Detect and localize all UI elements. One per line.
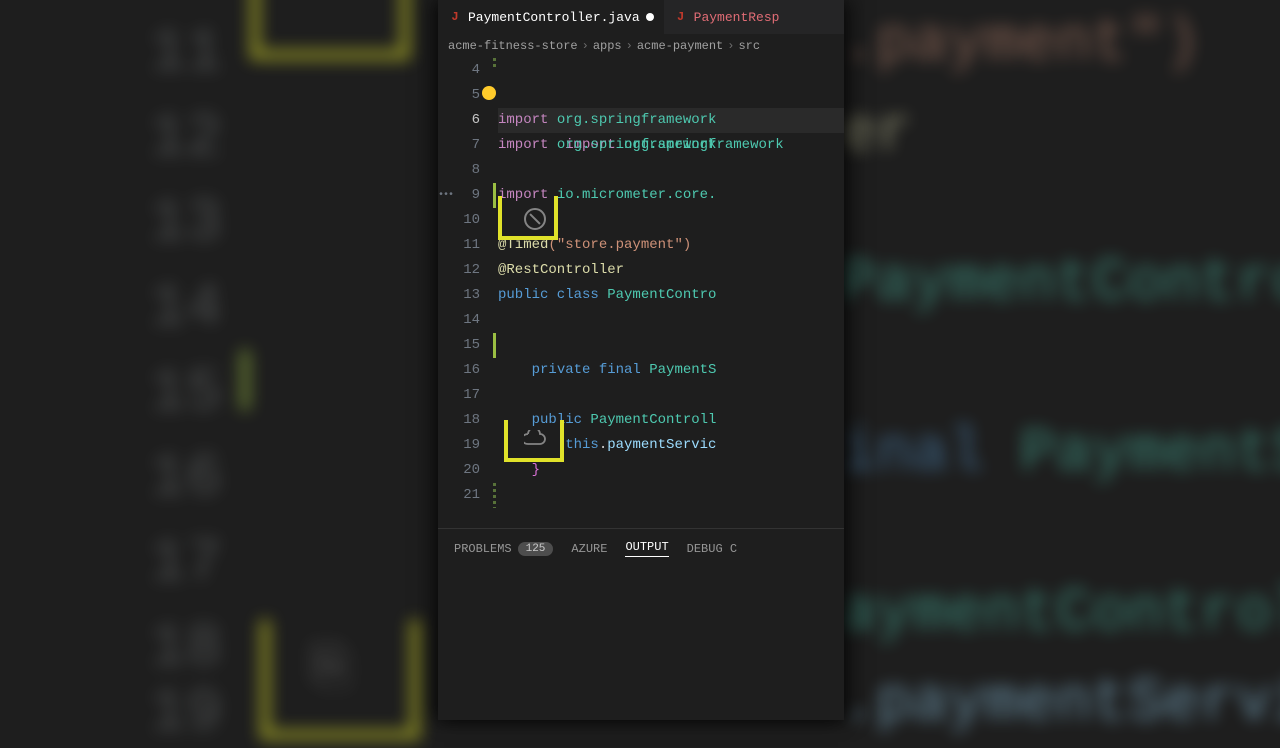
- chevron-right-icon: ›: [582, 39, 589, 53]
- editor-panel: J PaymentController.java J PaymentResp a…: [438, 0, 844, 720]
- code-line: [498, 58, 844, 83]
- crumb[interactable]: src: [738, 39, 760, 53]
- line-number: 8: [438, 158, 498, 183]
- code-line: import org.springframework: [498, 108, 844, 133]
- line-number: 4: [438, 58, 498, 83]
- line-number: 20: [438, 458, 498, 483]
- chevron-right-icon: ›: [626, 39, 633, 53]
- java-file-icon: J: [448, 10, 462, 24]
- code-line: [498, 158, 844, 183]
- line-number: 19: [438, 433, 498, 458]
- code-line: @RestController: [498, 258, 844, 283]
- line-number: 18: [438, 408, 498, 433]
- gutter-diff-mod: [493, 483, 496, 508]
- gutter-diff-mod: [493, 58, 496, 70]
- gutter-diff-added: [493, 183, 496, 208]
- line-number: 11: [438, 233, 498, 258]
- bg-lineno: 16: [150, 445, 222, 513]
- bg-lineno: 11: [150, 20, 222, 88]
- gutter-diff-added: [493, 333, 496, 358]
- line-number: 15: [438, 333, 498, 358]
- bg-code: PaymentContro: [840, 250, 1280, 318]
- bg-lineno: 14: [150, 275, 222, 343]
- code-line: [498, 483, 844, 508]
- line-number: 7: [438, 133, 498, 158]
- code-line: import org.springframework: [498, 133, 844, 158]
- chevron-right-icon: ›: [727, 39, 734, 53]
- bg-code: .payment"): [840, 10, 1200, 78]
- code-line: import org.springframework: [498, 83, 844, 108]
- line-number: 10: [438, 208, 498, 233]
- line-number: 16: [438, 358, 498, 383]
- bg-lineno: 17: [150, 530, 222, 598]
- lightbulb-icon[interactable]: [482, 86, 496, 100]
- line-number: 12: [438, 258, 498, 283]
- tab-label: PaymentController.java: [468, 10, 640, 25]
- tab-problems[interactable]: PROBLEMS 125: [454, 542, 553, 556]
- code-line: public class PaymentContro: [498, 283, 844, 308]
- tab-azure[interactable]: AZURE: [571, 542, 607, 556]
- code-line: [498, 383, 844, 408]
- copy-cursor-icon: [524, 430, 548, 448]
- bg-code: aymentControll: [840, 580, 1280, 648]
- code-line: [498, 333, 844, 358]
- line-number-gutter: 4 5 6 7 8 9 10 11 12 13 14 15 16 17 18 1…: [438, 58, 498, 508]
- bg-lineno: 12: [150, 105, 222, 173]
- tab-payment-controller[interactable]: J PaymentController.java: [438, 0, 664, 34]
- code-line: [498, 308, 844, 333]
- tab-debug-console[interactable]: DEBUG C: [687, 542, 737, 556]
- java-file-icon: J: [674, 10, 688, 24]
- bg-lineno: 13: [150, 190, 222, 258]
- output-panel-body[interactable]: [438, 568, 844, 720]
- bottom-panel-tabs: PROBLEMS 125 AZURE OUTPUT DEBUG C: [438, 528, 844, 568]
- bg-lineno: 15: [150, 360, 222, 428]
- line-number: 21: [438, 483, 498, 508]
- line-number: 17: [438, 383, 498, 408]
- line-number: 6: [438, 108, 498, 133]
- tab-payment-response[interactable]: J PaymentResp: [664, 0, 790, 34]
- crumb[interactable]: acme-fitness-store: [448, 39, 578, 53]
- code-editor[interactable]: ••• 4 5 6 7 8 9 10 11 12 13 14 15 16 17 …: [438, 58, 844, 528]
- code-line: private final PaymentS: [498, 358, 844, 383]
- no-drop-cursor-icon: [524, 208, 546, 230]
- crumb[interactable]: acme-payment: [637, 39, 723, 53]
- tab-bar: J PaymentController.java J PaymentResp: [438, 0, 844, 34]
- bg-lineno: 19: [150, 680, 222, 748]
- bg-code: er: [840, 100, 912, 168]
- problems-count-badge: 125: [518, 542, 554, 556]
- line-number: 13: [438, 283, 498, 308]
- tab-label: PaymentResp: [694, 10, 780, 25]
- breadcrumb[interactable]: acme-fitness-store › apps › acme-payment…: [438, 34, 844, 58]
- line-number: 9: [438, 183, 498, 208]
- tab-output[interactable]: OUTPUT: [625, 540, 668, 557]
- crumb[interactable]: apps: [593, 39, 622, 53]
- unsaved-dot-icon: [646, 13, 654, 21]
- bg-code: .paymentServic: [840, 670, 1280, 738]
- line-number: 14: [438, 308, 498, 333]
- bg-lineno: 18: [150, 615, 222, 683]
